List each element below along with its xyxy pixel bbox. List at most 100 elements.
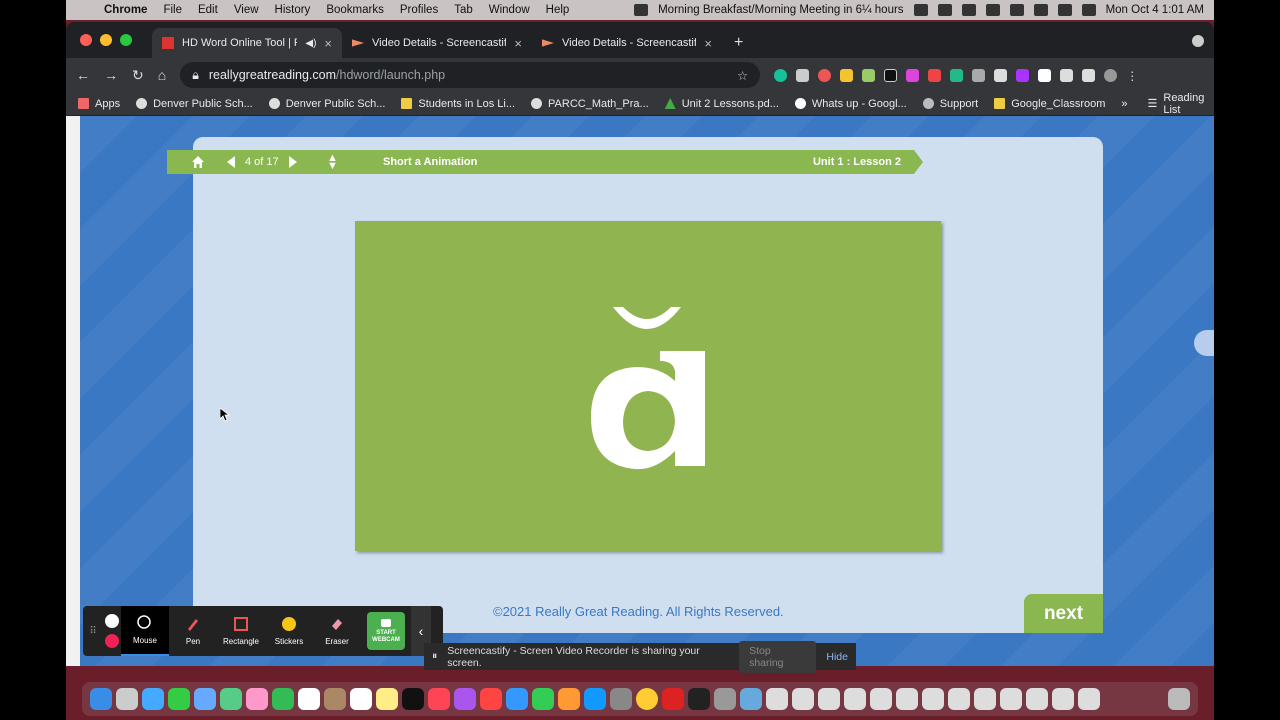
keynote-icon[interactable] — [506, 688, 528, 710]
lock-icon[interactable]: 🔒︎ — [192, 68, 199, 83]
facetime-icon[interactable] — [272, 688, 294, 710]
tab-close-icon[interactable]: × — [324, 36, 332, 51]
grammarly-icon[interactable] — [774, 68, 788, 82]
eraser-tool-button[interactable]: Eraser — [313, 606, 361, 656]
home-icon[interactable] — [191, 155, 205, 169]
window-thumbnail-icon[interactable] — [974, 688, 996, 710]
menu-profiles[interactable]: Profiles — [392, 4, 446, 16]
animation-stage[interactable] — [355, 221, 941, 551]
meeting-status[interactable]: Morning Breakfast/Morning Meeting in 6¼ … — [658, 4, 903, 16]
podcasts-icon[interactable] — [454, 688, 476, 710]
maps-icon[interactable] — [220, 688, 242, 710]
stickers-tool-button[interactable]: Stickers — [265, 606, 313, 656]
safari-icon[interactable] — [142, 688, 164, 710]
window-thumbnail-icon[interactable] — [1000, 688, 1022, 710]
bookmark-item[interactable]: Whats up - Googl... — [794, 98, 907, 110]
reading-mode-icon[interactable] — [1082, 68, 1096, 82]
start-webcam-button[interactable]: START WEBCAM — [367, 612, 405, 650]
previous-arrow-icon[interactable] — [227, 156, 235, 168]
window-thumbnail-icon[interactable] — [1078, 688, 1100, 710]
rectangle-tool-button[interactable]: Rectangle — [217, 606, 265, 656]
calendar-icon[interactable] — [298, 688, 320, 710]
window-thumbnail-icon[interactable] — [766, 688, 788, 710]
wifi-icon[interactable] — [1033, 4, 1048, 16]
tab-close-icon[interactable]: × — [704, 36, 712, 51]
extension-icon[interactable] — [950, 68, 964, 82]
calendar-icon[interactable] — [913, 4, 928, 16]
terminal-icon[interactable] — [688, 688, 710, 710]
extension-icon[interactable] — [972, 68, 986, 82]
sort-icon[interactable]: ▲ ▼ — [327, 153, 338, 172]
new-tab-button[interactable]: + — [722, 34, 755, 58]
window-thumbnail-icon[interactable] — [844, 688, 866, 710]
bookmark-item[interactable]: Unit 2 Lessons.pd... — [664, 98, 779, 110]
hide-banner-button[interactable]: Hide — [826, 651, 848, 663]
pages-icon[interactable] — [558, 688, 580, 710]
next-button[interactable]: next — [1024, 594, 1103, 633]
bookmark-item[interactable]: Support — [922, 98, 978, 110]
window-thumbnail-icon[interactable] — [870, 688, 892, 710]
home-icon[interactable]: ⌂ — [158, 67, 166, 83]
bookmark-apps[interactable]: Apps — [78, 98, 120, 110]
launchpad-icon[interactable] — [116, 688, 138, 710]
control-center-icon[interactable] — [1081, 4, 1096, 16]
mouse-tool-button[interactable]: Mouse — [121, 606, 169, 656]
close-window-icon[interactable] — [80, 34, 92, 46]
chrome-icon[interactable] — [636, 688, 658, 710]
extension-icon[interactable] — [884, 68, 898, 82]
avatar[interactable] — [1104, 68, 1118, 82]
window-thumbnail-icon[interactable] — [818, 688, 840, 710]
window-thumbnail-icon[interactable] — [792, 688, 814, 710]
window-thumbnail-icon[interactable] — [1052, 688, 1074, 710]
microphone-icon[interactable] — [1194, 330, 1214, 356]
screencastify-icon[interactable] — [928, 68, 942, 82]
battery-icon[interactable] — [1009, 4, 1024, 16]
extension-icon[interactable] — [906, 68, 920, 82]
zoom-window-icon[interactable] — [120, 34, 132, 46]
menu-view[interactable]: View — [226, 4, 267, 16]
puzzle-icon[interactable] — [1060, 68, 1074, 82]
window-thumbnail-icon[interactable] — [1026, 688, 1048, 710]
system-preferences-icon[interactable] — [610, 688, 632, 710]
bookmark-star-icon[interactable]: ☆ — [737, 68, 748, 83]
extension-icon[interactable] — [862, 68, 876, 82]
acrobat-icon[interactable] — [662, 688, 684, 710]
address-bar[interactable]: 🔒︎ reallygreatreading.com/hdword/launch.… — [180, 62, 761, 88]
speaker-icon[interactable]: ◀) — [305, 38, 316, 49]
clock[interactable]: Mon Oct 4 1:01 AM — [1106, 4, 1204, 16]
app-status-icon[interactable] — [937, 4, 952, 16]
next-arrow-icon[interactable] — [289, 156, 297, 168]
menu-bookmarks[interactable]: Bookmarks — [318, 4, 392, 16]
search-icon[interactable] — [1057, 4, 1072, 16]
finder-icon[interactable] — [90, 688, 112, 710]
menu-help[interactable]: Help — [538, 4, 578, 16]
reading-list-button[interactable]: Reading List — [1163, 92, 1204, 116]
utility-icon[interactable] — [714, 688, 736, 710]
menu-kebab-icon[interactable]: ⋮ — [1126, 69, 1138, 83]
back-icon[interactable]: ← — [76, 67, 90, 83]
drag-handle-icon[interactable]: ⠿ — [83, 626, 103, 637]
forward-icon[interactable]: → — [104, 67, 118, 83]
reminders-icon[interactable] — [350, 688, 372, 710]
tab-video-details-2[interactable]: Video Details - Screencastify × — [532, 28, 722, 58]
menu-file[interactable]: File — [155, 4, 190, 16]
tab-close-icon[interactable]: × — [514, 36, 522, 51]
pause-icon[interactable] — [105, 614, 119, 628]
contacts-icon[interactable] — [324, 688, 346, 710]
window-thumbnail-icon[interactable] — [922, 688, 944, 710]
apple-tv-icon[interactable] — [402, 688, 424, 710]
stop-sharing-button[interactable]: Stop sharing — [739, 640, 817, 673]
minimize-window-icon[interactable] — [100, 34, 112, 46]
play-icon[interactable] — [985, 4, 1000, 16]
extension-icon[interactable] — [994, 68, 1008, 82]
music-icon[interactable] — [428, 688, 450, 710]
mail-icon[interactable] — [194, 688, 216, 710]
notes-icon[interactable] — [376, 688, 398, 710]
extension-icon[interactable] — [840, 68, 854, 82]
trash-icon[interactable] — [1168, 688, 1190, 710]
messages-icon[interactable] — [168, 688, 190, 710]
menu-window[interactable]: Window — [481, 4, 538, 16]
menu-tab[interactable]: Tab — [446, 4, 481, 16]
extension-icon[interactable] — [818, 68, 832, 82]
menu-chrome[interactable]: Chrome — [96, 4, 155, 16]
